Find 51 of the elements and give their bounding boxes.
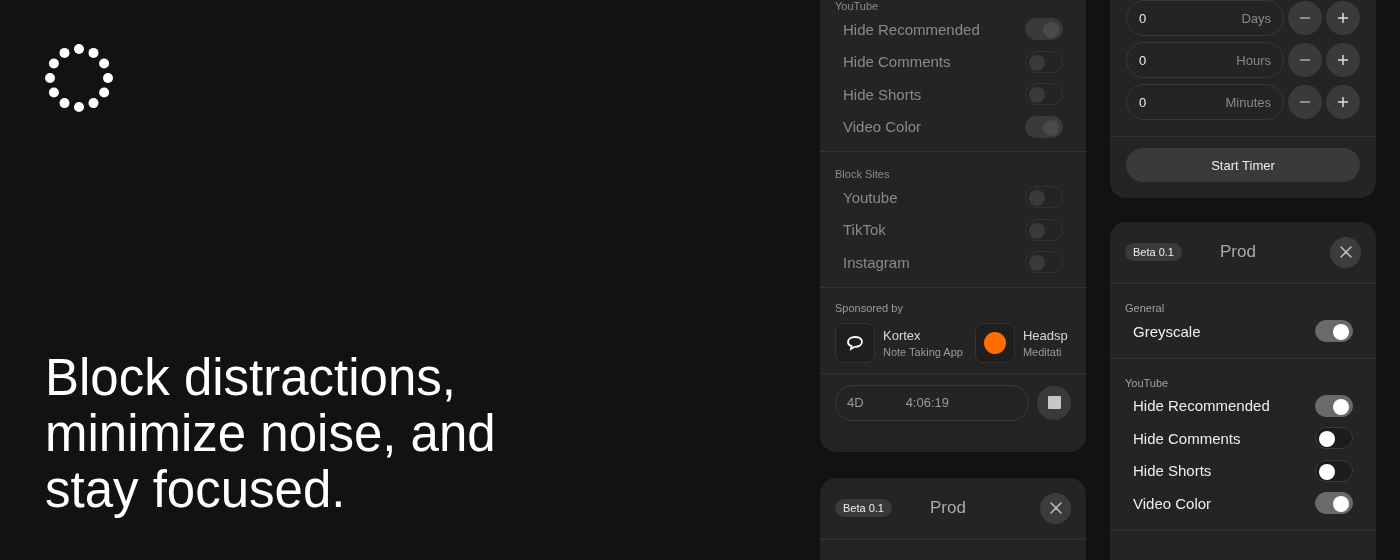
close-button[interactable] [1040, 492, 1071, 524]
section-heading: YouTube [835, 0, 880, 13]
setting-label: Hide Shorts [843, 85, 922, 103]
sponsor-subtitle: Meditati [1022, 345, 1063, 358]
setting-label: Youtube [843, 188, 898, 206]
close-icon [1049, 502, 1062, 514]
timer-days: 4D [847, 395, 864, 410]
increment-button[interactable] [1326, 43, 1360, 77]
stop-button[interactable] [1037, 385, 1071, 420]
close-icon [1339, 246, 1352, 258]
setting-label: Video Color [1133, 494, 1212, 512]
toggle-switch[interactable] [1315, 459, 1353, 482]
increment-button[interactable] [1326, 1, 1360, 35]
close-button[interactable] [1330, 236, 1361, 268]
start-timer-button[interactable]: Start Timer [1126, 148, 1360, 182]
section-heading: General [1125, 302, 1166, 315]
setting-label: Greyscale [1133, 322, 1201, 340]
panel-title: Prod [1220, 242, 1256, 262]
section-heading: Block Sites [835, 168, 891, 181]
setting-label: TikTok [843, 221, 886, 239]
logo-icon [45, 44, 113, 112]
toggle-switch[interactable] [1315, 320, 1353, 343]
toggle-switch[interactable] [1025, 18, 1063, 41]
speech-bubble-icon [846, 334, 864, 351]
timer-time: 4:06:19 [905, 395, 949, 410]
circle-icon [983, 331, 1006, 354]
section-heading: YouTube [1125, 376, 1170, 390]
version-badge: Beta 0.1 [1125, 243, 1182, 261]
setting-label: Hide Recommended [843, 20, 980, 38]
version-badge: Beta 0.1 [835, 499, 892, 517]
toggle-switch[interactable] [1025, 115, 1063, 138]
increment-button[interactable] [1326, 85, 1360, 119]
headline: Block distractions, minimize noise, and stay focused. [45, 350, 497, 518]
sponsor-name: Kortex [883, 327, 922, 343]
setting-label: Instagram [843, 253, 910, 271]
setting-label: Video Color [843, 118, 922, 136]
setting-label: Hide Shorts [1133, 462, 1212, 480]
plus-icon [1337, 96, 1349, 108]
plus-icon [1337, 54, 1349, 66]
stop-icon [1047, 396, 1061, 409]
setting-label: Hide Comments [1133, 429, 1241, 447]
section-heading: Sponsored by [835, 301, 904, 315]
setting-label: Hide Comments [843, 53, 951, 71]
panel-title: Prod [930, 498, 966, 518]
setting-label: Hide Recommended [1133, 397, 1270, 415]
sponsor-subtitle: Note Taking App [883, 345, 963, 358]
plus-icon [1337, 12, 1349, 24]
toggle-switch[interactable] [1315, 427, 1353, 450]
toggle-switch[interactable] [1315, 394, 1353, 417]
toggle-switch[interactable] [1315, 492, 1353, 515]
sponsor-name: Headsp [1022, 327, 1068, 343]
